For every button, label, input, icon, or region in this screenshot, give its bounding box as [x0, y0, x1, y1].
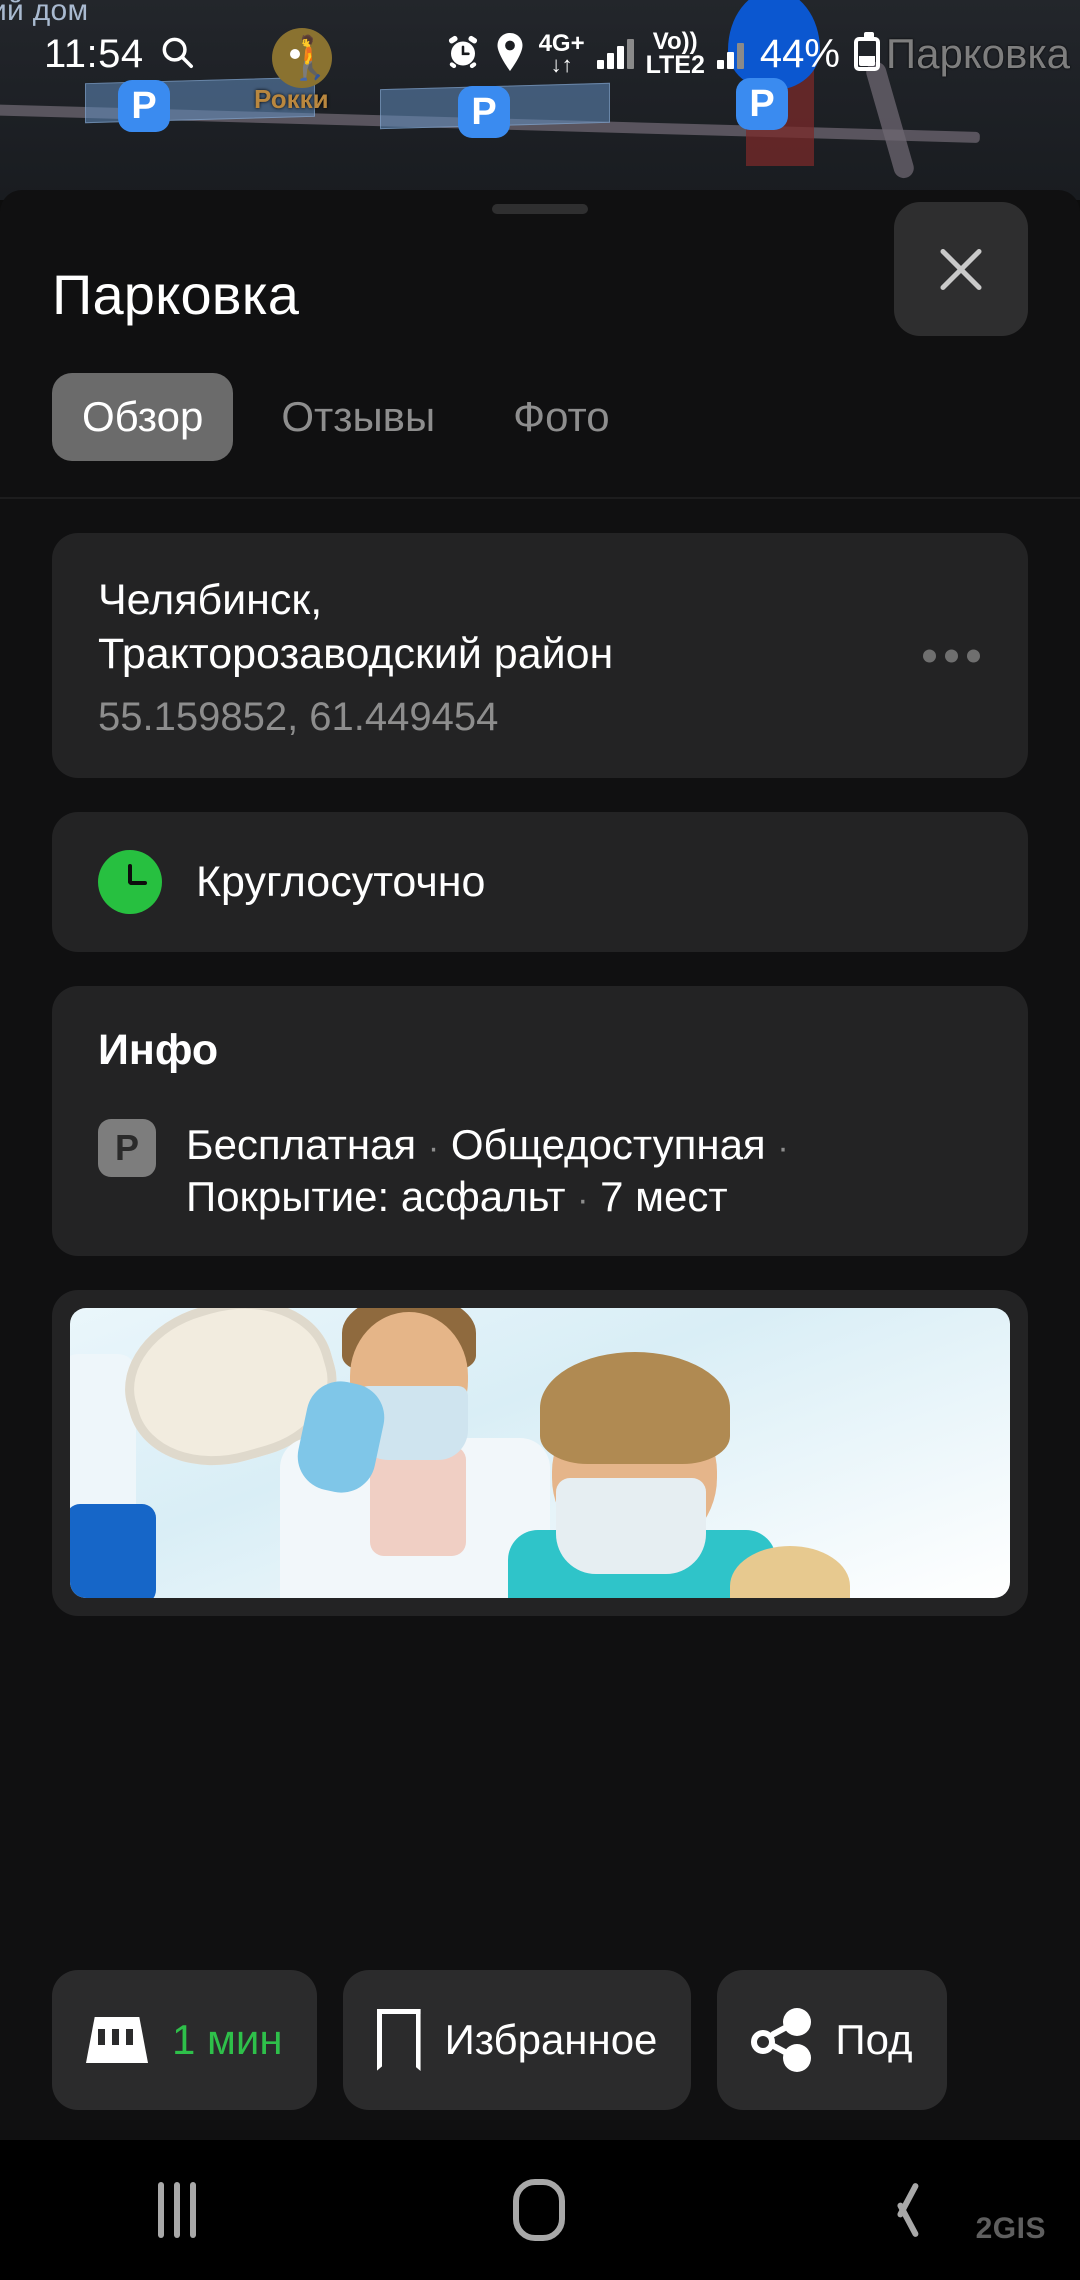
map-canvas[interactable]: P P P ий дом 🚶 Рокки — [0, 0, 1080, 200]
taxi-button[interactable]: 1 мин — [52, 1970, 317, 2110]
favorite-button[interactable]: Избранное — [342, 1970, 692, 2110]
info-attr-free: Бесплатная — [186, 1121, 417, 1169]
sheet-content: Челябинск, Тракторозаводский район 55.15… — [0, 533, 1080, 1616]
tab-divider — [0, 497, 1080, 499]
share-icon — [751, 2008, 812, 2072]
kebab-menu-icon[interactable] — [923, 649, 980, 663]
taxi-eta-label: 1 мин — [172, 2016, 283, 2063]
tab-reviews[interactable]: Отзывы — [251, 373, 465, 461]
favorite-label: Избранное — [444, 2016, 658, 2063]
tab-overview[interactable]: Обзор — [52, 373, 234, 461]
android-navigation-bar: 2GIS — [0, 2140, 1080, 2280]
address-card[interactable]: Челябинск, Тракторозаводский район 55.15… — [52, 533, 1028, 779]
back-icon[interactable] — [882, 2179, 922, 2241]
recents-icon[interactable] — [158, 2182, 197, 2238]
promo-image — [70, 1307, 1010, 1598]
info-sep-2: · — [777, 1129, 789, 1168]
rocky-poi[interactable]: 🚶 Рокки — [254, 28, 340, 114]
info-heading: Инфо — [98, 1026, 219, 1075]
info-attr-surface: Покрытие: асфальт — [186, 1172, 566, 1220]
rocky-label: Рокки — [254, 84, 329, 114]
address-line-1: Челябинск, — [98, 576, 323, 624]
info-card: Инфо P Бесплатная · Общедоступная · Покр… — [52, 986, 1028, 1256]
working-hours-text: Круглосуточно — [196, 857, 486, 906]
watermark: 2GIS — [975, 2212, 1046, 2245]
tab-bar: Обзор Отзывы Фото — [0, 327, 1080, 461]
walking-person-icon: 🚶 — [284, 34, 337, 81]
promo-card[interactable] — [52, 1289, 1028, 1616]
sheet-header: Парковка — [0, 202, 1080, 336]
parking-p-icon: P — [98, 1119, 156, 1178]
page-title: Парковка — [52, 263, 300, 326]
selected-map-pin[interactable] — [728, 0, 820, 90]
share-label: Под — [835, 2016, 913, 2063]
close-button[interactable] — [894, 202, 1028, 336]
info-sep-3: · — [577, 1180, 589, 1219]
parking-marker-selected[interactable]: P — [736, 78, 788, 130]
working-hours-card[interactable]: Круглосуточно — [52, 812, 1028, 953]
taxi-icon — [86, 2017, 148, 2063]
info-attributes-text: Бесплатная · Общедоступная · Покрытие: а… — [186, 1119, 982, 1221]
info-attributes-row: P Бесплатная · Общедоступная · Покрытие:… — [98, 1119, 982, 1221]
map-label-house: ий дом — [0, 0, 89, 27]
info-attr-capacity: 7 мест — [600, 1172, 728, 1220]
info-sep-1: · — [427, 1129, 440, 1168]
tab-photos[interactable]: Фото — [483, 373, 640, 461]
sheet-drag-handle[interactable] — [492, 204, 588, 214]
coordinates: 55.159852, 61.449454 — [98, 695, 499, 740]
close-icon — [933, 241, 989, 297]
bookmark-icon — [377, 2009, 421, 2071]
share-button[interactable]: Под — [717, 1970, 947, 2110]
action-button-bar: 1 мин Избранное Под — [0, 1940, 1080, 2140]
info-attr-public: Общедоступная — [450, 1121, 766, 1169]
parking-marker[interactable]: P — [118, 80, 170, 132]
parking-marker[interactable]: P — [458, 86, 510, 138]
home-icon[interactable] — [512, 2179, 565, 2241]
address-line-2: Тракторозаводский район — [98, 630, 614, 679]
phone-screen: P P P ий дом 🚶 Рокки 11:54 — [0, 0, 1080, 2280]
clock-icon — [98, 850, 162, 915]
